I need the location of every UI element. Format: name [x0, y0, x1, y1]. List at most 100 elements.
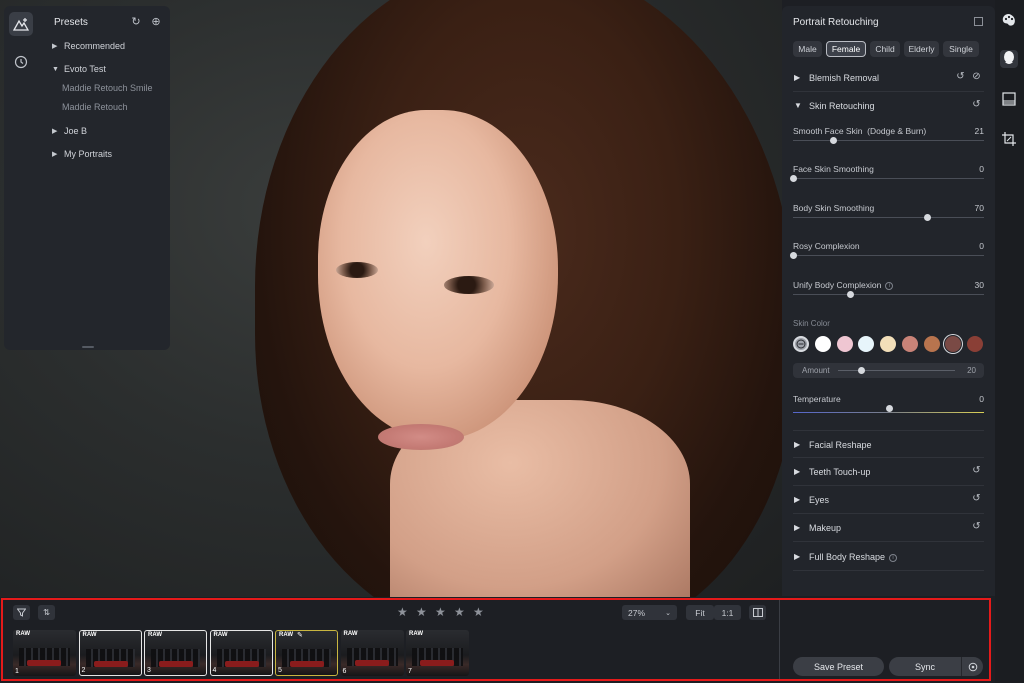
photo-subject-lips — [378, 424, 464, 450]
edited-icon: ✎ — [297, 632, 303, 639]
slider-smooth-face-skin[interactable]: Smooth Face Skin (Dodge & Burn) 21 — [793, 126, 984, 156]
reset-icon[interactable]: ↺ — [971, 465, 982, 476]
skin-color-swatch[interactable] — [966, 336, 983, 352]
filmstrip-thumbnail[interactable]: RAW 2 — [78, 630, 142, 676]
refresh-icon[interactable]: ↻ — [130, 16, 142, 28]
one-to-one-button[interactable]: 1:1 — [714, 605, 741, 620]
rating-star-icon[interactable]: ★ — [416, 605, 427, 619]
rating-star-icon[interactable]: ★ — [473, 605, 484, 619]
filmstrip-thumbnail[interactable]: RAW 7 — [406, 630, 469, 676]
section-teeth-touchup[interactable]: ▶ Teeth Touch-up ↺ — [793, 458, 984, 486]
preset-folder-evoto-test[interactable]: ▼ Evoto Test — [52, 64, 106, 74]
slider-knob[interactable] — [830, 137, 838, 144]
slider-face-skin-smoothing[interactable]: Face Skin Smoothing 0 — [790, 164, 984, 194]
section-eyes[interactable]: ▶ Eyes ↺ — [793, 486, 984, 514]
section-skin-retouching[interactable]: ▼ Skin Retouching ↺ — [793, 92, 984, 120]
filter-icon[interactable] — [13, 605, 30, 620]
history-icon[interactable] — [9, 50, 33, 74]
chevron-right-icon: ▶ — [794, 467, 801, 476]
section-makeup[interactable]: ▶ Makeup ↺ — [793, 514, 984, 542]
tab-child[interactable]: Child — [870, 41, 900, 57]
thumbnail-image — [93, 661, 128, 667]
skin-color-swatch[interactable] — [901, 336, 918, 352]
raw-badge: RAW — [148, 632, 162, 638]
fit-button[interactable]: Fit — [686, 605, 714, 620]
section-facial-reshape[interactable]: ▶ Facial Reshape — [793, 430, 984, 458]
rating-star-icon[interactable]: ★ — [397, 605, 408, 619]
thumbnail-number: 1 — [15, 668, 19, 675]
slider-body-skin-smoothing[interactable]: Body Skin Smoothing 70 — [793, 203, 984, 233]
thumbnail-image — [420, 660, 454, 666]
tab-elderly[interactable]: Elderly — [904, 41, 939, 57]
reset-icon[interactable]: ↺ — [971, 521, 982, 532]
slider-unify-body-complexion[interactable]: Unify Body Complexion i 30 — [793, 280, 984, 310]
thumbnail-image — [290, 661, 324, 667]
slider-rosy-complexion[interactable]: Rosy Complexion 0 — [790, 241, 984, 271]
thumbnail-image — [354, 660, 389, 666]
preset-item[interactable]: Maddie Retouch Smile — [62, 83, 153, 93]
slider-knob[interactable] — [858, 367, 866, 374]
thumbnail-number: 7 — [408, 668, 412, 675]
info-icon[interactable]: i — [885, 282, 894, 290]
skin-color-swatch[interactable] — [836, 336, 853, 352]
slider-temperature[interactable]: Temperature 0 — [793, 394, 984, 424]
filmstrip-thumbnail[interactable]: RAW 3 — [144, 630, 207, 676]
zoom-select[interactable]: 27% ⌄ — [622, 605, 677, 620]
tab-single[interactable]: Single — [943, 41, 979, 57]
no-color-swatch[interactable] — [793, 336, 809, 352]
section-blemish-removal[interactable]: ▶ Blemish Removal ↺ ⊘ — [793, 64, 984, 92]
preset-folder-my-portraits[interactable]: ▶ My Portraits — [52, 149, 112, 159]
reset-icon[interactable]: ↺ — [971, 99, 982, 110]
temperature-track — [793, 412, 984, 413]
filmstrip-thumbnail[interactable]: RAW 1 — [13, 630, 76, 676]
preset-folder-recommended[interactable]: ▶ Recommended — [52, 41, 125, 51]
preset-folder-joe-b[interactable]: ▶ Joe B — [52, 126, 87, 136]
add-preset-icon[interactable]: ⊕ — [150, 16, 162, 28]
skin-color-swatch[interactable] — [858, 336, 875, 352]
info-icon[interactable]: i — [889, 554, 898, 562]
chevron-down-icon: ▼ — [52, 65, 59, 73]
portrait-face-icon[interactable] — [1000, 50, 1018, 68]
filmstrip-thumbnail[interactable]: RAW 4 — [209, 630, 273, 676]
thumbnail-number: 3 — [147, 667, 151, 674]
chevron-right-icon: ▶ — [794, 73, 801, 82]
slider-knob[interactable] — [885, 405, 893, 412]
skin-color-swatch[interactable] — [945, 336, 962, 352]
background-icon[interactable] — [1000, 92, 1018, 110]
reset-icon[interactable]: ↺ — [955, 71, 966, 82]
divider — [779, 598, 780, 680]
filmstrip-thumbnail[interactable]: RAW 6 — [340, 630, 404, 676]
skin-color-swatch[interactable] — [815, 336, 831, 352]
sync-button[interactable]: Sync — [889, 657, 983, 676]
save-preset-button[interactable]: Save Preset — [793, 657, 884, 676]
slider-knob[interactable] — [790, 252, 797, 259]
raw-badge: RAW — [213, 632, 228, 638]
slider-knob[interactable] — [790, 175, 797, 182]
thumbnail-image — [224, 661, 259, 667]
filmstrip-thumbnail[interactable]: RAW 5 ✎ — [275, 630, 338, 676]
expand-icon[interactable] — [974, 17, 983, 26]
amount-slider[interactable]: Amount 20 — [793, 363, 984, 378]
slider-knob[interactable] — [847, 291, 855, 298]
skin-color-swatch[interactable] — [880, 336, 897, 352]
presets-tool-icon[interactable] — [9, 12, 33, 36]
panel-resize-handle[interactable] — [82, 346, 94, 348]
presets-panel: Presets ↻ ⊕ ▶ Recommended ▼ Evoto Test M… — [36, 6, 170, 350]
skin-color-swatch[interactable] — [923, 336, 940, 352]
sync-settings-icon[interactable] — [961, 657, 983, 676]
palette-icon[interactable] — [1000, 12, 1018, 30]
tab-male[interactable]: Male — [793, 41, 822, 57]
sort-icon[interactable]: ⇅ — [38, 605, 55, 620]
eraser-icon[interactable]: ⊘ — [971, 71, 982, 82]
tab-female[interactable]: Female — [826, 41, 866, 57]
reset-icon[interactable]: ↺ — [971, 493, 982, 504]
raw-badge: RAW — [409, 631, 423, 637]
rating-star-icon[interactable]: ★ — [435, 605, 446, 619]
crop-icon[interactable] — [1000, 132, 1018, 150]
rating-star-icon[interactable]: ★ — [454, 605, 465, 619]
section-full-body-reshape[interactable]: ▶ Full Body Reshape i — [793, 543, 984, 571]
compare-view-icon[interactable] — [749, 605, 766, 620]
slider-knob[interactable] — [923, 214, 931, 221]
raw-badge: RAW — [16, 631, 30, 637]
preset-item[interactable]: Maddie Retouch — [62, 102, 128, 112]
